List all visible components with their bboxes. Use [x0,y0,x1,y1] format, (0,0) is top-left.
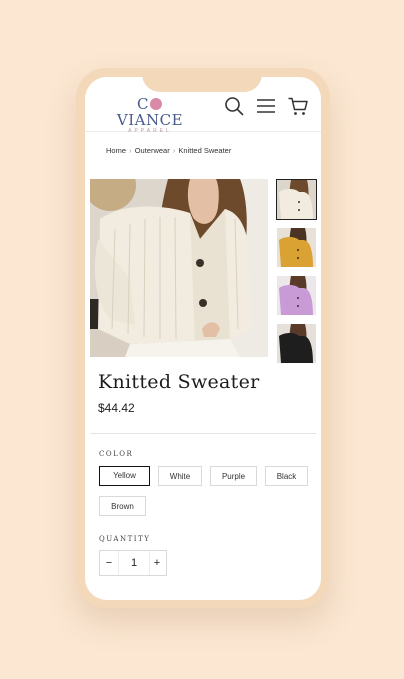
section-divider [90,433,316,434]
breadcrumb-separator: › [172,146,176,155]
product-main-image[interactable] [90,179,268,357]
color-label: COLOR [99,450,134,458]
quantity-stepper: − 1 + [99,550,167,576]
color-option-white[interactable]: White [158,466,202,486]
breadcrumb-current: Knitted Sweater [178,146,232,155]
product-price: $44.42 [98,401,135,415]
phone-notch [142,68,262,92]
cart-icon[interactable] [287,95,309,117]
search-icon[interactable] [223,95,245,117]
thumbnail-lilac[interactable] [277,276,316,315]
color-option-black[interactable]: Black [265,466,308,486]
color-option-yellow[interactable]: Yellow [99,466,150,486]
logo-subtitle: APPAREL [128,128,172,134]
logo-letters-rest: VIANCE [116,111,184,129]
breadcrumb-outerwear[interactable]: Outerwear [135,146,170,155]
quantity-value[interactable]: 1 [118,551,150,575]
color-option-brown[interactable]: Brown [99,496,146,516]
breadcrumb-home[interactable]: Home [106,146,126,155]
product-title: Knitted Sweater [98,371,260,393]
thumbnail-black[interactable] [277,324,316,363]
color-option-purple[interactable]: Purple [210,466,257,486]
breadcrumb-separator: › [129,146,132,155]
quantity-label: QUANTITY [99,535,151,543]
thumbnail-mustard[interactable] [277,228,316,267]
quantity-increase-button[interactable]: + [148,551,166,575]
logo-wordmark: CVIANCE [105,96,195,128]
quantity-decrease-button[interactable]: − [100,551,118,575]
thumbnail-cream[interactable] [276,179,317,220]
logo-flower-icon [149,98,162,110]
hamburger-menu-icon[interactable] [255,95,277,117]
phone-screen: CVIANCE APPAREL Home › Outerwear › Knitt… [85,77,321,600]
brand-logo[interactable]: CVIANCE APPAREL [105,96,195,135]
breadcrumb: Home › Outerwear › Knitted Sweater [106,146,231,155]
